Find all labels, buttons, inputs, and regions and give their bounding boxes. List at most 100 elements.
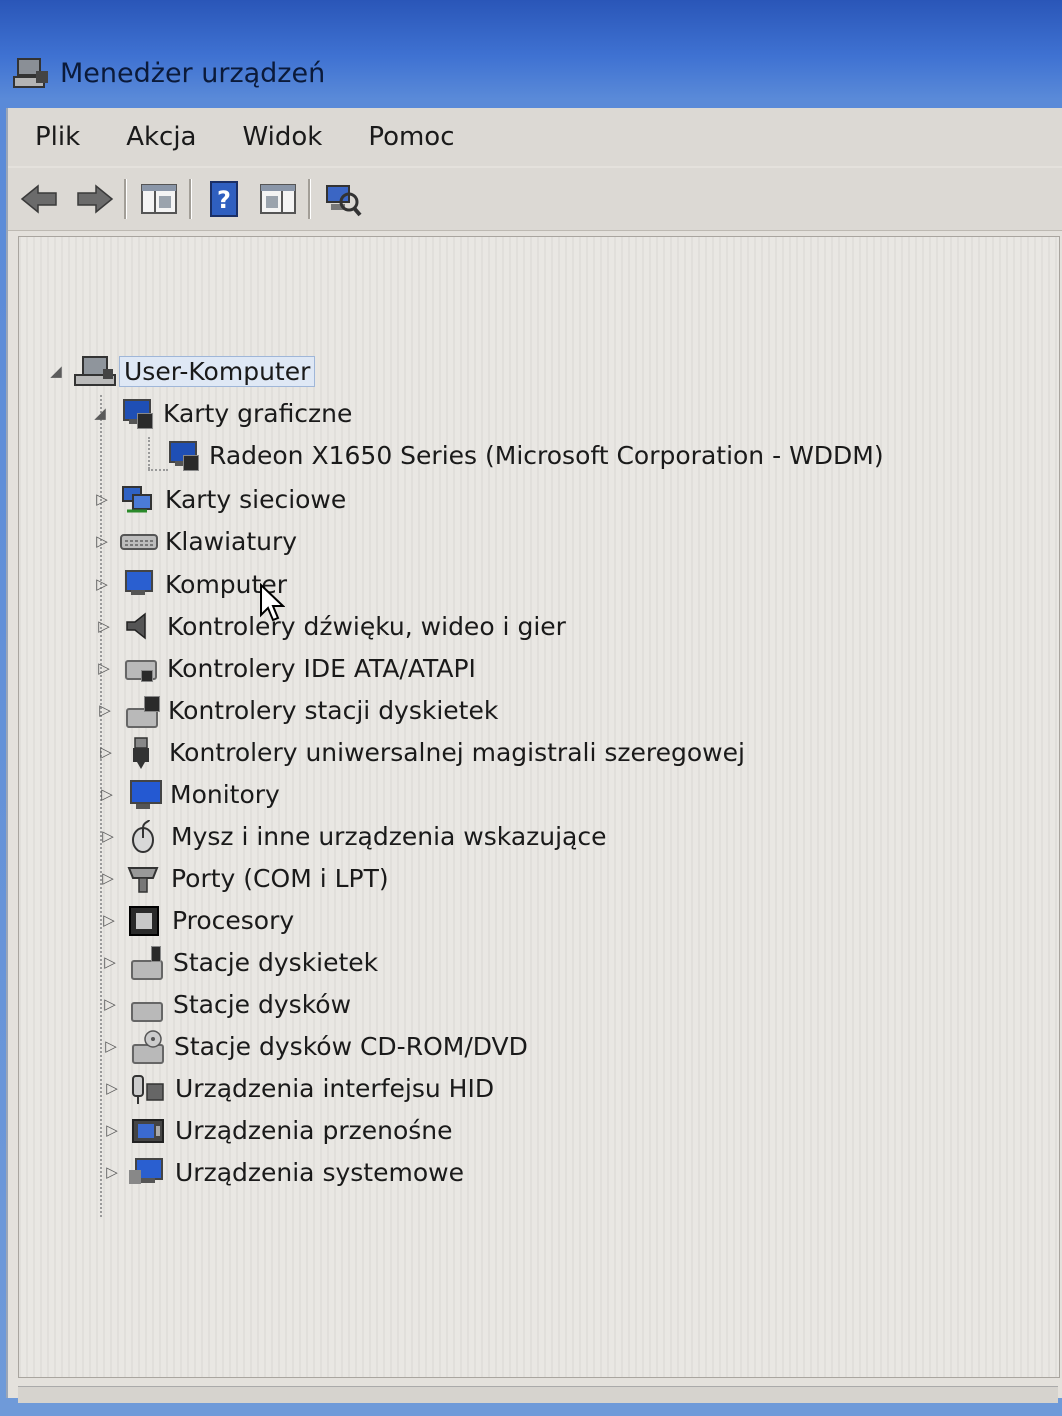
tree-category[interactable]: ▷ Urządzenia systemowe bbox=[103, 1152, 464, 1192]
toolbar: ? bbox=[8, 168, 1062, 231]
tree-category-label: Stacje dysków bbox=[173, 989, 352, 1019]
device-tree[interactable]: ◢ User-Komputer ◢ Karty graficzne Radeon… bbox=[18, 236, 1060, 1378]
tree-category-label: Mysz i inne urządzenia wskazujące bbox=[171, 821, 607, 851]
menu-bar: Plik Akcja Widok Pomoc bbox=[8, 108, 1062, 166]
client-area: Plik Akcja Widok Pomoc ? ◢ User-Komputer… bbox=[6, 108, 1062, 1403]
back-icon bbox=[20, 184, 57, 214]
tree-device[interactable]: Radeon X1650 Series (Microsoft Corporati… bbox=[155, 435, 884, 475]
tree-device-label: Radeon X1650 Series (Microsoft Corporati… bbox=[209, 440, 884, 470]
expand-arrow-icon[interactable]: ▷ bbox=[93, 575, 111, 593]
tree-category[interactable]: ▷ Kontrolery stacji dyskietek bbox=[96, 690, 498, 730]
tree-category-label: Urządzenia interfejsu HID bbox=[175, 1073, 495, 1103]
mouse-cursor-icon bbox=[260, 583, 285, 622]
tree-category[interactable]: ▷ Kontrolery IDE ATA/ATAPI bbox=[95, 648, 476, 688]
computer-icon bbox=[73, 355, 116, 387]
tree-category[interactable]: ▷ Porty (COM i LPT) bbox=[99, 858, 389, 898]
properties-button[interactable] bbox=[256, 177, 300, 221]
tree-category-label: Kontrolery dźwięku, wideo i gier bbox=[167, 611, 566, 641]
expand-arrow-icon[interactable]: ▷ bbox=[96, 701, 114, 719]
tree-category-label: Kontrolery IDE ATA/ATAPI bbox=[167, 653, 476, 683]
expand-arrow-icon[interactable]: ▷ bbox=[101, 995, 119, 1013]
title-bar[interactable]: Menedżer urządzeń bbox=[0, 40, 1062, 106]
device-manager-icon bbox=[12, 53, 52, 93]
expand-arrow-icon[interactable]: ▷ bbox=[93, 490, 111, 508]
tree-category-label: Klawiatury bbox=[165, 526, 298, 556]
tree-category[interactable]: ▷ Kontrolery uniwersalnej magistrali sze… bbox=[97, 732, 745, 772]
tree-category-label: Kontrolery uniwersalnej magistrali szere… bbox=[169, 737, 745, 767]
back-button[interactable] bbox=[18, 177, 62, 221]
expand-arrow-icon[interactable]: ▷ bbox=[93, 532, 111, 550]
collapse-arrow-icon[interactable]: ◢ bbox=[47, 362, 65, 380]
hid-icon bbox=[129, 1072, 165, 1104]
cd-rom-icon bbox=[128, 1030, 164, 1064]
tree-category-label: Kontrolery stacji dyskietek bbox=[168, 695, 499, 725]
expand-arrow-icon[interactable]: ▷ bbox=[98, 785, 116, 803]
tree-category[interactable]: ▷ Klawiatury bbox=[93, 521, 297, 561]
window-title: Menedżer urządzeń bbox=[60, 57, 326, 89]
status-bar bbox=[18, 1386, 1058, 1403]
expand-arrow-icon[interactable]: ▷ bbox=[99, 827, 117, 845]
floppy-controller-icon bbox=[122, 694, 160, 728]
forward-button[interactable] bbox=[72, 177, 116, 221]
forward-icon bbox=[77, 184, 114, 214]
tree-category[interactable]: ▷ Komputer bbox=[93, 564, 287, 604]
tree-category[interactable]: ▷ Monitory bbox=[98, 774, 280, 814]
scan-hardware-icon bbox=[326, 185, 362, 217]
console-tree-button[interactable] bbox=[137, 177, 181, 221]
port-icon bbox=[125, 862, 161, 894]
help-button[interactable]: ? bbox=[202, 177, 246, 221]
scan-hardware-button[interactable] bbox=[321, 177, 365, 221]
tree-category[interactable]: ▷ Karty sieciowe bbox=[93, 479, 346, 519]
tree-category[interactable]: ▷ Stacje dyskietek bbox=[101, 942, 378, 982]
tree-category[interactable]: ▷ Urządzenia przenośne bbox=[103, 1110, 452, 1150]
expand-arrow-icon[interactable]: ▷ bbox=[95, 659, 113, 677]
tree-category-label: Urządzenia systemowe bbox=[175, 1157, 464, 1187]
mouse-icon bbox=[125, 819, 161, 853]
expand-arrow-icon[interactable]: ▷ bbox=[103, 1079, 121, 1097]
help-icon: ? bbox=[210, 181, 238, 217]
tree-root-label: User-Komputer bbox=[119, 355, 316, 387]
tree-category-label: Stacje dysków CD-ROM/DVD bbox=[174, 1031, 528, 1061]
tree-category[interactable]: ◢ Karty graficzne bbox=[91, 393, 352, 433]
floppy-drive-icon bbox=[127, 946, 163, 980]
tree-category[interactable]: ▷ Stacje dysków CD-ROM/DVD bbox=[102, 1026, 528, 1066]
display-adapter-icon bbox=[117, 397, 153, 429]
svg-text:?: ? bbox=[217, 186, 231, 214]
toolbar-separator bbox=[308, 179, 311, 219]
monitor-icon bbox=[124, 778, 162, 810]
device-manager-window: Menedżer urządzeń Plik Akcja Widok Pomoc bbox=[0, 0, 1062, 1416]
computer-monitor-icon bbox=[119, 568, 155, 600]
menu-pomoc[interactable]: Pomoc bbox=[349, 122, 473, 152]
tree-category[interactable]: ▷ Procesory bbox=[100, 900, 294, 940]
expand-arrow-icon[interactable]: ▷ bbox=[100, 911, 118, 929]
tree-category[interactable]: ▷ Urządzenia interfejsu HID bbox=[103, 1068, 494, 1108]
expand-arrow-icon[interactable]: ▷ bbox=[101, 953, 119, 971]
tree-category[interactable]: ▷ Stacje dysków bbox=[101, 984, 351, 1024]
tree-category[interactable]: ▷ Kontrolery dźwięku, wideo i gier bbox=[95, 606, 566, 646]
tree-category-label: Karty graficzne bbox=[163, 398, 353, 428]
display-adapter-icon bbox=[163, 439, 199, 471]
toolbar-separator bbox=[189, 179, 192, 219]
keyboard-icon bbox=[119, 525, 158, 557]
system-device-icon bbox=[129, 1156, 165, 1188]
disk-drive-icon bbox=[127, 988, 163, 1022]
tree-category[interactable]: ▷ Mysz i inne urządzenia wskazujące bbox=[99, 816, 607, 856]
ide-controller-icon bbox=[121, 652, 157, 684]
expand-arrow-icon[interactable]: ▷ bbox=[103, 1163, 121, 1181]
menu-akcja[interactable]: Akcja bbox=[107, 122, 215, 152]
speaker-icon bbox=[121, 610, 157, 642]
collapse-arrow-icon[interactable]: ◢ bbox=[91, 404, 109, 422]
expand-arrow-icon[interactable]: ▷ bbox=[99, 869, 117, 887]
menu-widok[interactable]: Widok bbox=[223, 122, 341, 152]
processor-icon bbox=[126, 904, 162, 936]
menu-plik[interactable]: Plik bbox=[16, 122, 99, 152]
tree-category-label: Stacje dyskietek bbox=[173, 947, 379, 977]
expand-arrow-icon[interactable]: ▷ bbox=[103, 1121, 121, 1139]
show-hide-console-tree-icon bbox=[141, 184, 177, 214]
expand-arrow-icon[interactable]: ▷ bbox=[102, 1037, 120, 1055]
expand-arrow-icon[interactable]: ▷ bbox=[97, 743, 115, 761]
toolbar-separator bbox=[124, 179, 127, 219]
tree-root[interactable]: ◢ User-Komputer bbox=[47, 351, 316, 391]
expand-arrow-icon[interactable]: ▷ bbox=[95, 617, 113, 635]
properties-icon bbox=[260, 184, 296, 214]
